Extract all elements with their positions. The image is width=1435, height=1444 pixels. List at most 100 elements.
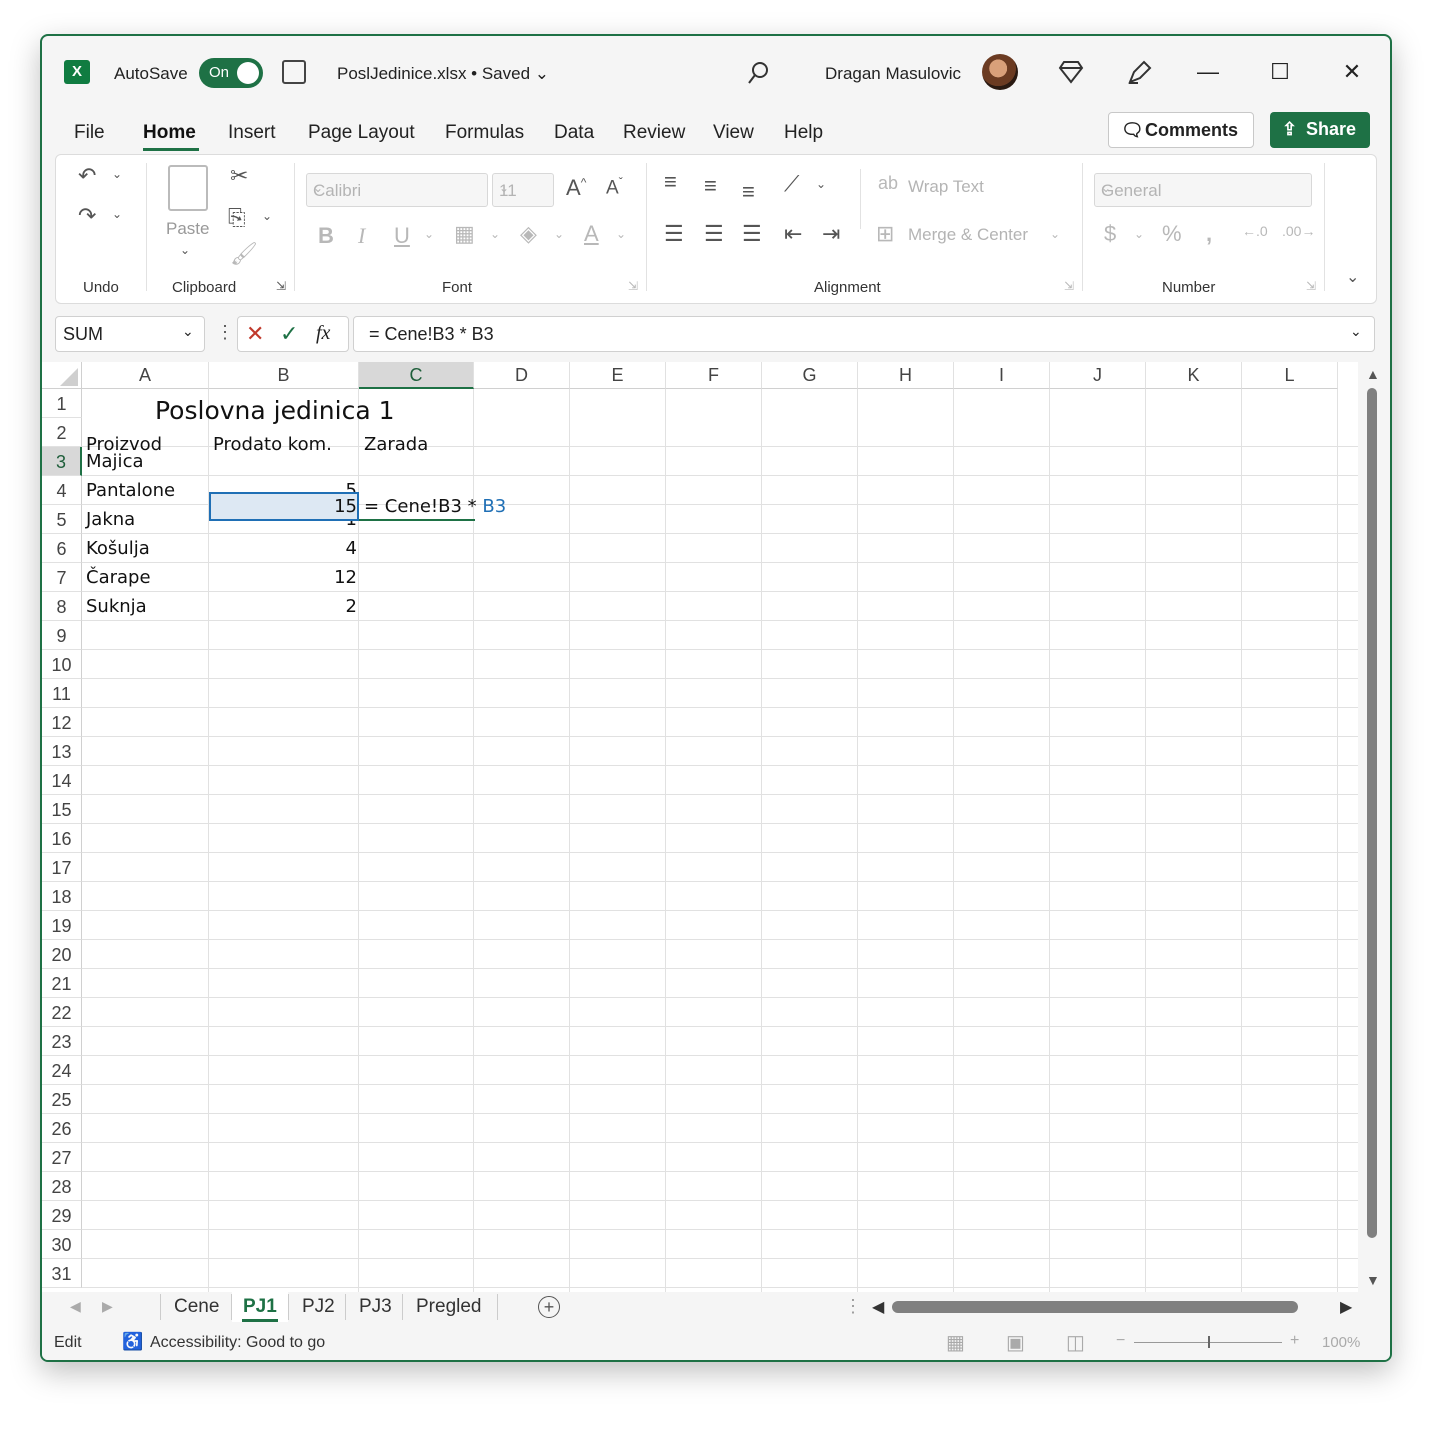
diamond-icon[interactable] (1058, 60, 1084, 84)
underline-dropdown-icon[interactable]: ⌄ (424, 227, 434, 241)
column-header-c[interactable]: C (359, 362, 474, 389)
tab-page-layout[interactable]: Page Layout (308, 122, 415, 144)
row-header-22[interactable]: 22 (42, 998, 82, 1027)
row-header-6[interactable]: 6 (42, 534, 82, 563)
share-button[interactable]: ⇪ Share (1270, 112, 1370, 148)
comments-button[interactable]: 🗨 Comments (1108, 112, 1254, 148)
save-icon[interactable] (282, 60, 306, 84)
copy-dropdown-icon[interactable]: ⌄ (262, 209, 272, 223)
normal-view-icon[interactable]: ▦ (946, 1330, 965, 1355)
zoom-level[interactable]: 100% (1322, 1334, 1360, 1351)
column-header-a[interactable]: A (82, 362, 209, 389)
row-header-24[interactable]: 24 (42, 1056, 82, 1085)
enter-icon[interactable]: ✓ (280, 321, 298, 347)
decrease-decimal-icon[interactable]: .00→ (1282, 223, 1315, 239)
number-format-combo[interactable]: General ⌄ (1094, 173, 1312, 207)
paste-label[interactable]: Paste (166, 219, 209, 239)
decrease-indent-icon[interactable]: ⇤ (784, 221, 802, 247)
product-cell[interactable]: Košulja (86, 534, 150, 563)
row-header-13[interactable]: 13 (42, 737, 82, 766)
redo-dropdown-icon[interactable]: ⌄ (112, 207, 122, 221)
tab-review[interactable]: Review (623, 122, 685, 144)
orientation-dropdown-icon[interactable]: ⌄ (816, 177, 826, 191)
increase-font-icon[interactable]: A^ (566, 175, 586, 201)
cancel-icon[interactable]: ✕ (246, 321, 264, 347)
search-icon[interactable] (746, 60, 770, 86)
dialog-launcher-icon[interactable]: ⇲ (1306, 279, 1316, 293)
font-size-combo[interactable]: 11 ⌄ (492, 173, 554, 207)
sheet-tab-cene[interactable]: Cene (174, 1296, 219, 1318)
comma-style-icon[interactable]: , (1206, 221, 1212, 247)
scroll-left-icon[interactable]: ◀ (872, 1297, 884, 1317)
row-header-20[interactable]: 20 (42, 940, 82, 969)
undo-dropdown-icon[interactable]: ⌄ (112, 167, 122, 181)
minimize-button[interactable]: — (1188, 52, 1228, 92)
row-header-18[interactable]: 18 (42, 882, 82, 911)
row-header-11[interactable]: 11 (42, 679, 82, 708)
user-name[interactable]: Dragan Masulovic (825, 64, 961, 84)
row-header-29[interactable]: 29 (42, 1201, 82, 1230)
italic-icon[interactable]: I (358, 223, 365, 249)
row-header-15[interactable]: 15 (42, 795, 82, 824)
font-color-icon[interactable]: A (584, 221, 599, 247)
scroll-right-icon[interactable]: ▶ (1340, 1297, 1352, 1317)
scroll-tabs-left-icon[interactable]: ◀ (70, 1298, 81, 1315)
dialog-launcher-icon[interactable]: ⇲ (1064, 279, 1074, 293)
column-header-k[interactable]: K (1146, 362, 1242, 389)
cell-c3-editor[interactable]: = Cene!B3 * B3 (364, 492, 506, 521)
fill-color-icon[interactable]: ◈ (520, 221, 537, 247)
insert-function-icon[interactable]: fx (316, 322, 330, 345)
zoom-slider-thumb[interactable] (1208, 1336, 1210, 1348)
dialog-launcher-icon[interactable]: ⇲ (276, 279, 286, 293)
row-header-16[interactable]: 16 (42, 824, 82, 853)
font-name-combo[interactable]: Calibri ⌄ (306, 173, 488, 207)
accessibility-icon[interactable]: ♿ (122, 1332, 143, 1352)
column-header-l[interactable]: L (1242, 362, 1338, 389)
product-cell[interactable]: Suknja (86, 592, 147, 621)
row-header-7[interactable]: 7 (42, 563, 82, 592)
avatar[interactable] (982, 54, 1018, 90)
column-header-e[interactable]: E (570, 362, 666, 389)
scroll-up-icon[interactable]: ▲ (1366, 366, 1380, 382)
decrease-font-icon[interactable]: Aˇ (606, 175, 623, 199)
quantity-cell[interactable]: 2 (209, 592, 357, 621)
wrap-text-button[interactable]: Wrap Text (908, 177, 984, 197)
row-header-17[interactable]: 17 (42, 853, 82, 882)
merge-center-button[interactable]: Merge & Center (908, 225, 1028, 245)
close-button[interactable]: ✕ (1332, 52, 1372, 92)
column-header-i[interactable]: I (954, 362, 1050, 389)
align-left-icon[interactable]: ☰ (664, 221, 684, 247)
row-header-25[interactable]: 25 (42, 1085, 82, 1114)
formula-input[interactable]: = Cene!B3 * B3 ⌄ (353, 316, 1375, 352)
header-cell-zarada[interactable]: Zarada (364, 434, 428, 455)
merge-dropdown-icon[interactable]: ⌄ (1050, 227, 1060, 241)
format-painter-icon[interactable]: 🖌 (230, 241, 258, 267)
select-all-button[interactable] (42, 362, 82, 389)
tab-home[interactable]: Home (143, 122, 196, 144)
row-header-1[interactable]: 1 (42, 389, 82, 418)
undo-icon[interactable]: ↶ (78, 163, 96, 189)
product-cell[interactable]: Majica (86, 447, 144, 476)
document-title[interactable]: PoslJedinice.xlsx • Saved ⌄ (337, 64, 549, 84)
row-header-12[interactable]: 12 (42, 708, 82, 737)
borders-icon[interactable]: ▦ (454, 221, 475, 247)
product-cell[interactable]: Čarape (86, 563, 151, 592)
increase-indent-icon[interactable]: ⇥ (822, 221, 840, 247)
row-header-5[interactable]: 5 (42, 505, 82, 534)
product-cell[interactable]: Pantalone (86, 476, 175, 505)
row-header-26[interactable]: 26 (42, 1114, 82, 1143)
column-header-d[interactable]: D (474, 362, 570, 389)
row-header-2[interactable]: 2 (42, 418, 82, 447)
cut-icon[interactable]: ✂ (230, 163, 248, 189)
zoom-in-icon[interactable]: + (1290, 1332, 1299, 1350)
paste-dropdown-icon[interactable]: ⌄ (180, 243, 190, 257)
tab-formulas[interactable]: Formulas (445, 122, 524, 144)
percent-icon[interactable]: % (1162, 221, 1182, 247)
align-right-icon[interactable]: ☰ (742, 221, 762, 247)
redo-icon[interactable]: ↷ (78, 203, 96, 229)
vertical-scroll-thumb[interactable] (1367, 388, 1377, 1238)
tab-splitter-icon[interactable]: ⋮ (844, 1296, 862, 1317)
zoom-out-icon[interactable]: − (1116, 1332, 1125, 1350)
fill-color-dropdown-icon[interactable]: ⌄ (554, 227, 564, 241)
add-sheet-icon[interactable]: + (538, 1296, 560, 1318)
